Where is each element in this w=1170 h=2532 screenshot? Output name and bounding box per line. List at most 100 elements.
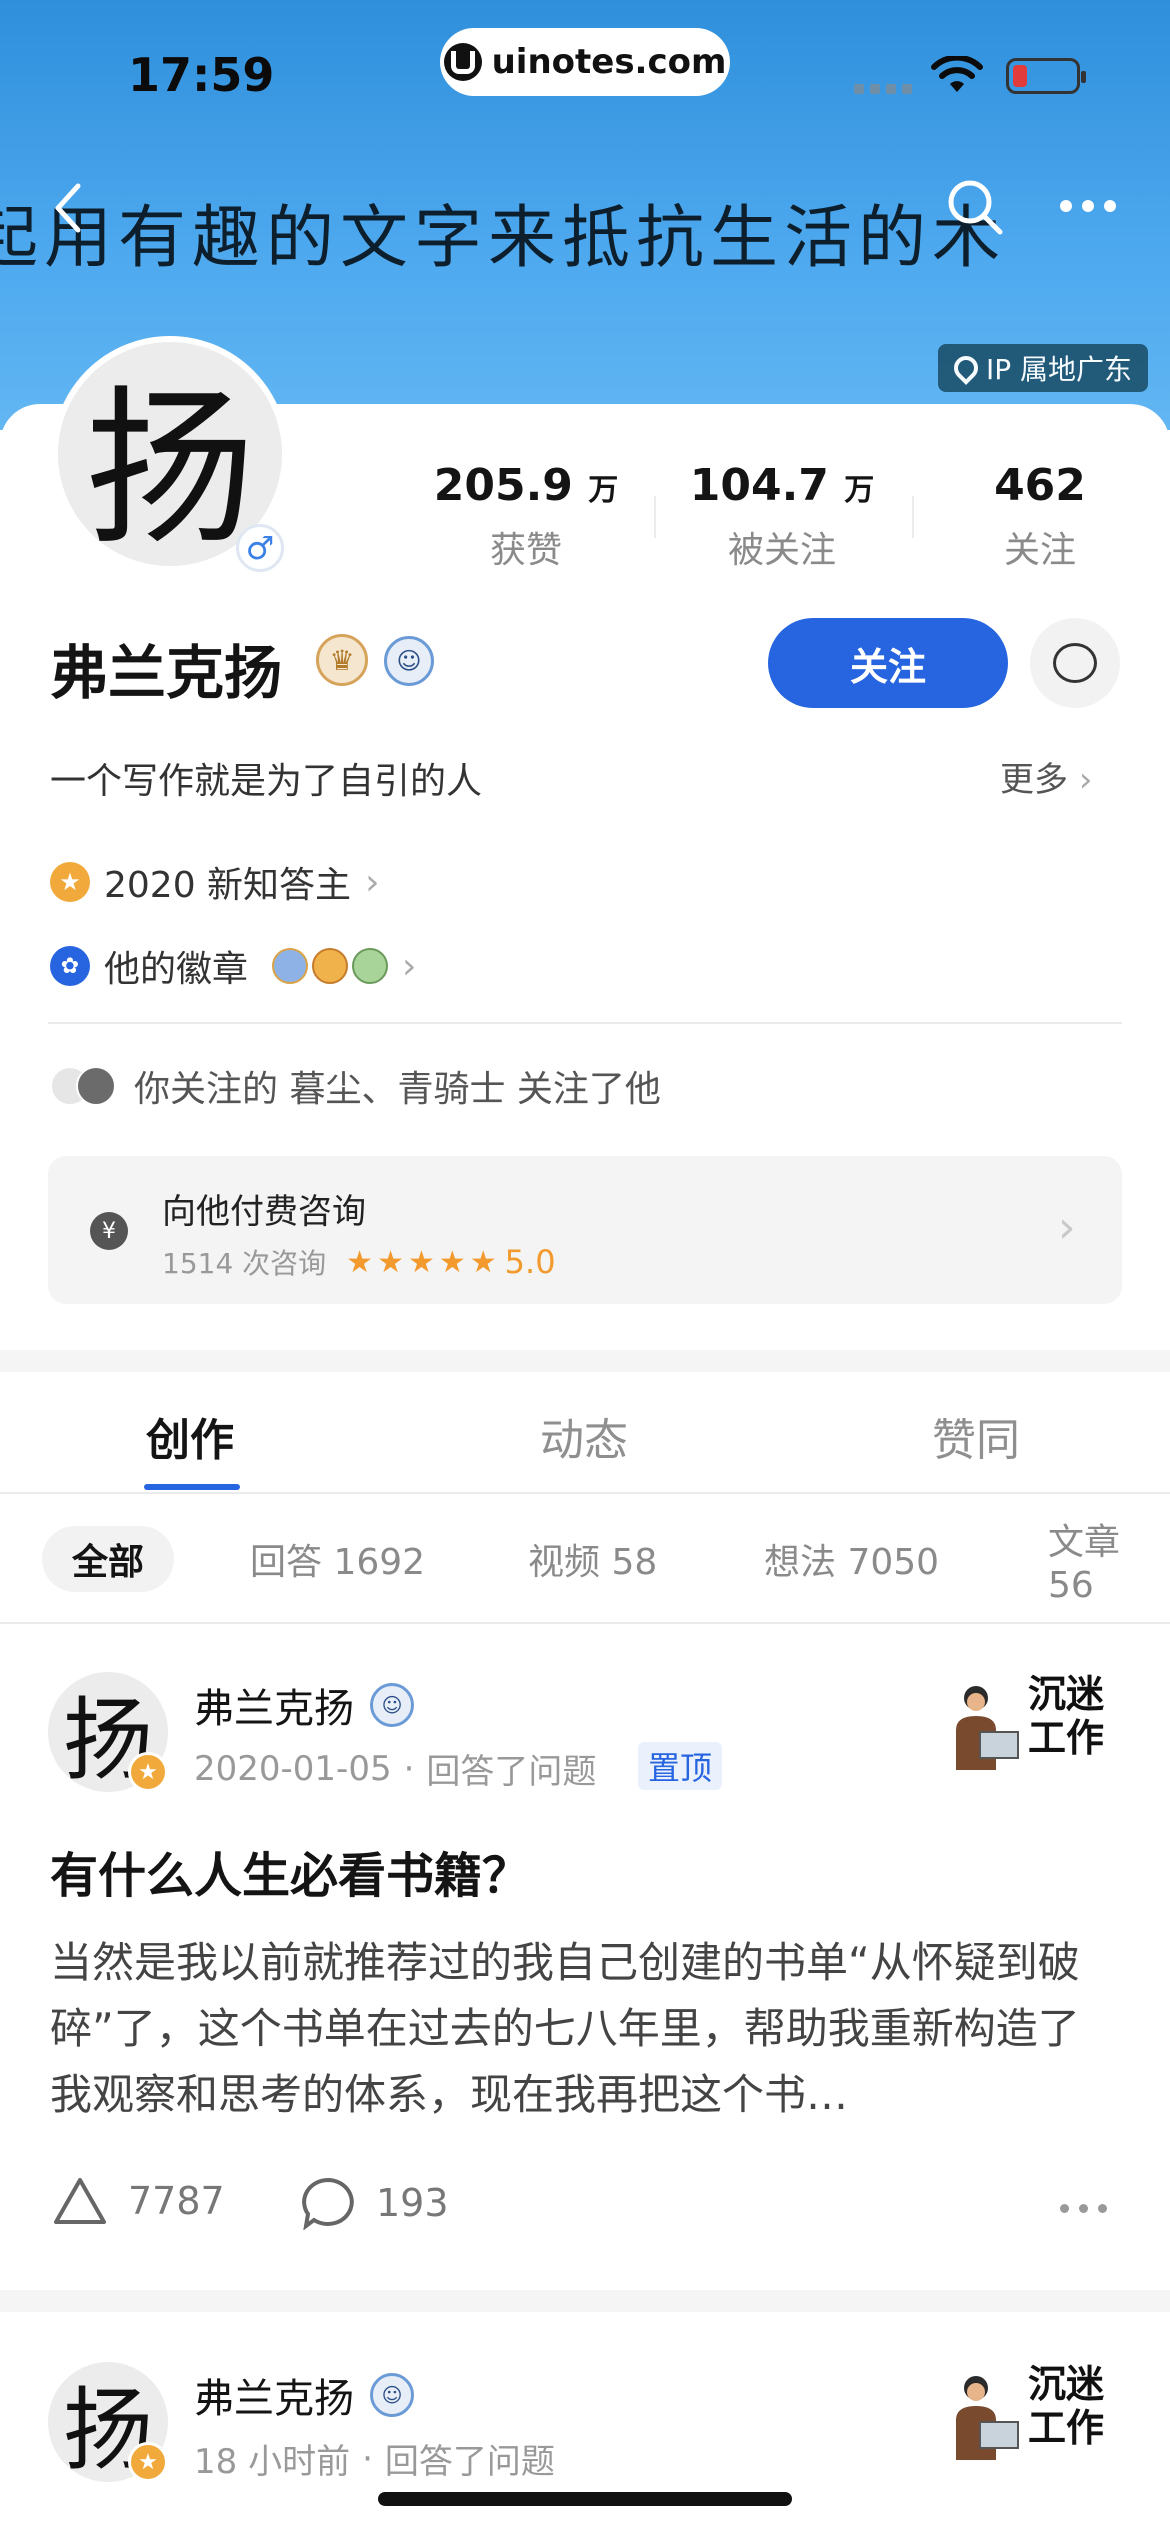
badge-icon bbox=[312, 948, 349, 984]
author-star-icon: ★ bbox=[128, 1752, 168, 1792]
stat-likes[interactable]: 205.9 万 获赞 bbox=[406, 460, 646, 573]
post-title[interactable]: 有什么人生必看书籍？ bbox=[50, 1836, 530, 1906]
home-indicator bbox=[378, 2492, 792, 2506]
location-pin-icon bbox=[949, 351, 983, 385]
post-excerpt[interactable]: 当然是我以前就推荐过的我自己创建的书单“从怀疑到破碎”了，这个书单在过去的七八年… bbox=[50, 1930, 1120, 2128]
divider bbox=[48, 1022, 1122, 1024]
search-icon[interactable] bbox=[944, 176, 1006, 238]
stat-following[interactable]: 462 关注 bbox=[920, 460, 1160, 573]
person-laptop-icon bbox=[956, 2376, 1019, 2460]
stat-followers-unit: 万 bbox=[844, 473, 875, 508]
filter-articles[interactable]: 文章 56 bbox=[1018, 1522, 1170, 1606]
divider bbox=[0, 1492, 1170, 1494]
crown-badge-icon[interactable]: ♛ bbox=[316, 634, 368, 686]
mutual-avatar bbox=[76, 1066, 116, 1106]
section-gap bbox=[0, 2290, 1170, 2312]
active-tab-indicator bbox=[144, 1484, 240, 1490]
honor-star-icon: ★ bbox=[50, 862, 90, 902]
more-options-icon[interactable] bbox=[1060, 200, 1116, 212]
mascot-badge-icon[interactable]: ☺ bbox=[384, 636, 434, 686]
mascot-badge-icon: ☺ bbox=[370, 2373, 414, 2417]
ip-location-text: IP 属地广东 bbox=[986, 353, 1133, 386]
filter-thoughts[interactable]: 想法 7050 bbox=[734, 1526, 969, 1592]
post-date: 18 小时前 bbox=[194, 2442, 351, 2482]
chevron-right-icon: › bbox=[365, 861, 380, 903]
medal-icon: ✿ bbox=[50, 946, 90, 986]
like-count: 7787 bbox=[128, 2179, 225, 2223]
comment-action[interactable]: 193 bbox=[300, 2176, 449, 2230]
wifi-icon bbox=[931, 56, 983, 92]
consult-title: 向他付费咨询 bbox=[162, 1192, 366, 1232]
consult-rating: 5.0 bbox=[504, 1243, 556, 1281]
stat-followers[interactable]: 104.7 万 被关注 bbox=[662, 460, 902, 573]
more-link[interactable]: 更多 › bbox=[1000, 752, 1092, 801]
url-pill: uinotes.com bbox=[440, 28, 730, 96]
profile-bio: 一个写作就是为了自引的人 bbox=[50, 761, 483, 802]
chevron-right-icon: › bbox=[402, 945, 417, 987]
mutual-follow-text: 你关注的 暮尘、青骑士 关注了他 bbox=[134, 1069, 661, 1110]
sticker-text: 沉迷 工作 bbox=[1028, 2361, 1105, 2450]
follow-button[interactable]: 关注 bbox=[768, 618, 1008, 708]
post-more-icon[interactable] bbox=[1060, 2204, 1107, 2213]
badges-label: 他的徽章 bbox=[104, 949, 249, 990]
section-gap bbox=[0, 1350, 1170, 1372]
post-date: 2020-01-05 bbox=[194, 1748, 392, 1789]
meta-separator: · bbox=[403, 1748, 415, 1789]
stat-following-label: 关注 bbox=[1003, 530, 1076, 571]
tab-creations[interactable]: 创作 bbox=[90, 1404, 290, 1468]
ip-location-badge: IP 属地广东 bbox=[938, 344, 1149, 392]
back-icon[interactable] bbox=[48, 180, 88, 236]
stat-divider bbox=[912, 496, 914, 538]
divider bbox=[0, 1622, 1170, 1624]
pinned-badge: 置顶 bbox=[638, 1742, 723, 1790]
stat-divider bbox=[654, 496, 656, 538]
chevron-right-icon: › bbox=[1078, 760, 1093, 800]
post-author-row[interactable]: 弗兰克扬 ☺ bbox=[194, 2366, 414, 2424]
post-author-name: 弗兰克扬 bbox=[194, 1686, 354, 1732]
mutual-follow-row[interactable]: 你关注的 暮尘、青骑士 关注了他 bbox=[50, 1060, 661, 1112]
filter-answers[interactable]: 回答 1692 bbox=[220, 1526, 455, 1592]
upvote-triangle-icon bbox=[54, 2178, 106, 2224]
post-author-name: 弗兰克扬 bbox=[194, 2376, 354, 2422]
filter-videos[interactable]: 视频 58 bbox=[498, 1526, 687, 1592]
stat-likes-unit: 万 bbox=[588, 473, 619, 508]
gender-male-icon: ♂ bbox=[236, 524, 284, 572]
rating-stars: ★★★★★ bbox=[346, 1244, 501, 1280]
stat-followers-num: 104.7 bbox=[689, 460, 829, 511]
honor-row[interactable]: ★ 2020 新知答主 › bbox=[50, 856, 379, 908]
meta-separator: · bbox=[362, 2438, 373, 2479]
post-author-row[interactable]: 弗兰克扬 ☺ bbox=[194, 1676, 414, 1734]
like-action[interactable]: 7787 bbox=[52, 2176, 225, 2226]
chat-bubble-icon bbox=[1053, 643, 1097, 683]
yuan-coin-icon: ¥ bbox=[90, 1212, 128, 1250]
post-action: 回答了问题 bbox=[384, 2442, 555, 2482]
status-time: 17:59 bbox=[128, 48, 275, 102]
sticker-text: 沉迷 工作 bbox=[1028, 1671, 1105, 1760]
badge-icon bbox=[352, 948, 389, 984]
tab-likes[interactable]: 赞同 bbox=[876, 1404, 1076, 1468]
badges-row[interactable]: ✿ 他的徽章 › bbox=[50, 940, 416, 992]
post-meta: 2020-01-05 · 回答了问题 bbox=[194, 1744, 596, 1793]
stat-following-num: 462 bbox=[994, 460, 1086, 511]
work-sticker: 沉迷 工作 bbox=[950, 1672, 1120, 1772]
comment-bubble-icon bbox=[302, 2177, 354, 2230]
badge-icon bbox=[272, 948, 309, 984]
person-laptop-icon bbox=[956, 1686, 1019, 1770]
cellular-signal-icon bbox=[854, 84, 912, 94]
author-star-icon: ★ bbox=[128, 2442, 168, 2482]
profile-name: 弗兰克扬 bbox=[50, 639, 283, 707]
stat-likes-label: 获赞 bbox=[489, 530, 562, 571]
comment-count: 193 bbox=[376, 2181, 449, 2225]
filter-all[interactable]: 全部 bbox=[42, 1526, 175, 1592]
avatar-char: 扬 bbox=[84, 371, 255, 569]
paid-consult-card[interactable]: ¥ 向他付费咨询 1514 次咨询 ★★★★★ 5.0 › bbox=[48, 1156, 1122, 1304]
url-text: uinotes.com bbox=[491, 42, 727, 82]
honor-text: 2020 新知答主 bbox=[104, 865, 352, 906]
uinotes-logo-icon bbox=[443, 43, 482, 81]
tab-activity[interactable]: 动态 bbox=[484, 1404, 684, 1468]
chevron-right-icon: › bbox=[1058, 1202, 1076, 1253]
work-sticker: 沉迷 工作 bbox=[950, 2362, 1120, 2462]
battery-icon bbox=[1006, 58, 1086, 94]
message-button[interactable] bbox=[1030, 618, 1120, 708]
more-label: 更多 bbox=[1000, 760, 1068, 800]
